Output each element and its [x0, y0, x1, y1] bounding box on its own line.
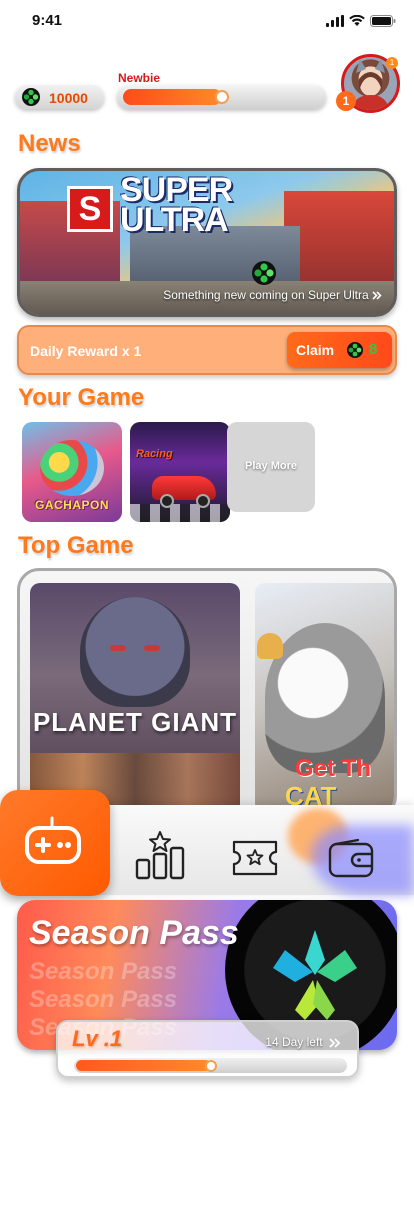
claim-button[interactable]: Claim 8	[287, 332, 392, 368]
news-banner[interactable]: S SUPER ULTRA Something new coming on Su…	[17, 168, 397, 317]
rank-progress-knob	[214, 90, 229, 104]
play-more-label: Play More	[245, 460, 297, 472]
top-game-section-title: Top Game	[18, 532, 134, 559]
cat-art	[265, 623, 385, 773]
wifi-icon	[349, 15, 365, 26]
status-time: 9:41	[32, 12, 63, 29]
season-pass-echo: Season Pass	[29, 958, 178, 985]
status-icons	[326, 15, 396, 27]
game-tile-title: GACHAPON	[34, 498, 109, 512]
daily-reward-label: Daily Reward x 1	[30, 343, 142, 359]
car-wheel-art	[196, 494, 210, 508]
coin-icon	[252, 261, 276, 285]
news-caption: Something new coming on Super Ultra	[163, 288, 382, 302]
super-ultra-wordmark: SUPER ULTRA	[120, 173, 233, 239]
season-progress-fill	[76, 1060, 211, 1071]
coin-amount: 10000	[49, 90, 88, 106]
season-pass-echo: Season Pass	[29, 986, 178, 1013]
gamepad-icon	[25, 816, 81, 864]
rank-progress-fill	[123, 89, 222, 105]
play-more-button[interactable]: Play More	[227, 422, 315, 512]
coin-icon	[22, 88, 40, 106]
top-game-carousel[interactable]: PLANET GIANT Get Th CAT	[17, 568, 397, 818]
bell-art	[257, 633, 283, 659]
season-progress-knob	[204, 1060, 217, 1072]
season-level-label: Lv .1	[72, 1026, 123, 1051]
rank-progress-bar	[117, 85, 326, 109]
season-pass-title: Season Pass	[29, 914, 239, 952]
notification-badge: 1	[386, 57, 398, 69]
game-tile-racing[interactable]: Racing	[130, 422, 230, 522]
days-left-text: 14 Day left	[265, 1035, 323, 1049]
season-progress-bar	[74, 1058, 347, 1073]
coin-balance-pill[interactable]: 10000	[15, 85, 104, 109]
season-level-card[interactable]: Lv .1 14 Day left	[56, 1020, 359, 1078]
your-game-section-title: Your Game	[18, 384, 145, 411]
season-emblem-icon	[273, 930, 357, 1020]
double-chevron-right-icon	[329, 1038, 341, 1048]
claim-button-label: Claim	[296, 342, 335, 358]
days-left: 14 Day left	[265, 1035, 341, 1049]
battery-icon	[370, 15, 396, 27]
level-badge: 1	[336, 91, 356, 111]
super-ultra-logo: S	[67, 186, 113, 232]
double-chevron-right-icon	[372, 291, 382, 300]
claim-amount: 8	[369, 341, 378, 358]
giant-eye-art	[110, 645, 126, 651]
coin-icon	[347, 342, 363, 358]
top-game-title: PLANET GIANT	[32, 707, 238, 737]
racing-track-art	[130, 504, 230, 522]
status-bar: 9:41	[0, 0, 414, 44]
news-section-title: News	[18, 130, 81, 157]
leaderboard-icon[interactable]	[134, 830, 186, 880]
gachapon-capsules-art	[40, 440, 104, 496]
ticket-star-icon[interactable]	[232, 840, 278, 876]
car-wheel-art	[160, 494, 174, 508]
top-game-card-get-the-cat[interactable]: Get Th CAT	[255, 583, 394, 813]
signal-icon	[326, 15, 344, 27]
nav-item-games[interactable]	[0, 790, 110, 896]
game-tile-gachapon[interactable]: GACHAPON	[22, 422, 122, 522]
giant-eye-art	[144, 645, 160, 651]
wallet-icon[interactable]	[328, 838, 374, 878]
top-game-card-planet-giant[interactable]: PLANET GIANT	[30, 583, 240, 813]
wordmark-line2: ULTRA	[120, 201, 229, 239]
daily-reward-bar: Daily Reward x 1 Claim 8	[17, 325, 397, 375]
news-caption-text: Something new coming on Super Ultra	[163, 288, 369, 302]
top-game-title: Get Th	[295, 755, 371, 782]
giant-face-art	[80, 597, 190, 707]
game-tile-title: Racing	[136, 448, 173, 460]
rank-label: Newbie	[118, 71, 161, 85]
